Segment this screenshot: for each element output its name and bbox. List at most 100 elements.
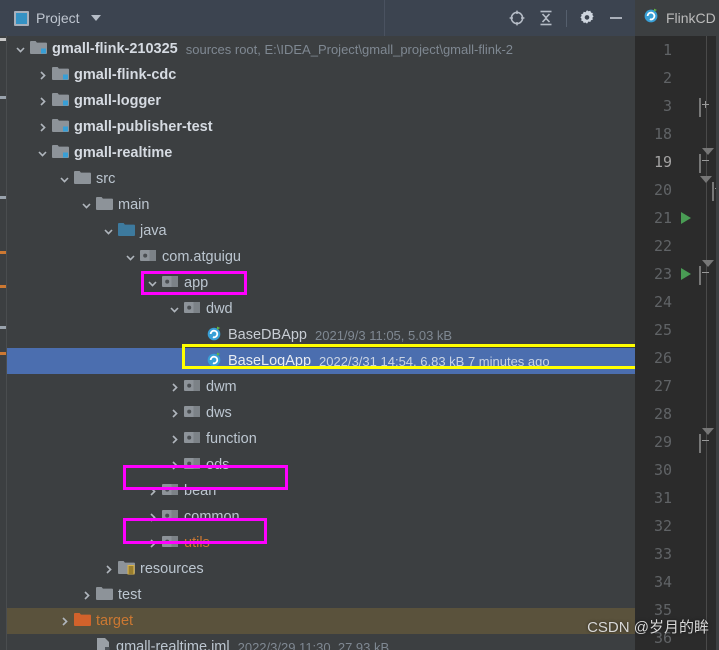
gutter-row: 34 — [635, 568, 719, 596]
package-icon — [184, 404, 201, 423]
tree-row-label: function — [206, 431, 257, 447]
tree-row-label: target — [96, 613, 134, 629]
chevron-right-icon[interactable] — [146, 537, 159, 550]
line-number: 19 — [653, 153, 672, 171]
fold-collapse-icon[interactable] — [699, 260, 714, 285]
editor-gutter-area: 1 2 3 18 19 20 21 22 23 24 25 26 27 28 29 30 31 32 33 34 35 3… — [635, 36, 719, 650]
module-folder-icon — [52, 144, 69, 163]
run-gutter-icon[interactable] — [681, 268, 691, 280]
chevron-right-icon[interactable] — [168, 381, 181, 394]
tab-flinkcdc-label[interactable]: FlinkCD — [666, 10, 716, 26]
tree-row-gmall-logger[interactable]: gmall-logger — [0, 88, 635, 114]
fold-collapse-icon[interactable] — [699, 428, 714, 453]
gear-icon[interactable] — [578, 9, 596, 27]
line-number: 32 — [653, 517, 672, 535]
tree-row-label: ods — [206, 457, 230, 473]
tree-row-dws[interactable]: dws — [0, 400, 635, 426]
chevron-down-icon[interactable] — [58, 173, 71, 186]
tree-row-app[interactable]: app — [0, 270, 635, 296]
minimize-icon[interactable] — [607, 9, 625, 27]
tree-row-function[interactable]: function — [0, 426, 635, 452]
line-number: 33 — [653, 545, 672, 563]
package-icon — [140, 248, 157, 267]
tree-row-gmall-realtime-iml[interactable]: gmall-realtime.iml 2022/3/29 11:30, 27.93… — [0, 634, 635, 650]
tree-row-gmall-flink-210325[interactable]: gmall-flink-210325 sources root, E:\IDEA_… — [0, 36, 635, 62]
gutter-row: 1 — [635, 36, 719, 64]
chevron-down-icon[interactable] — [146, 277, 159, 290]
package-icon — [162, 534, 179, 553]
chevron-right-icon[interactable] — [80, 589, 93, 602]
chevron-down-icon[interactable] — [14, 43, 27, 56]
gutter-row: 27 — [635, 372, 719, 400]
project-tree[interactable]: gmall-flink-210325 sources root, E:\IDEA_… — [0, 36, 635, 650]
tree-row-label: BaseLogApp — [228, 353, 312, 369]
tree-row-gmall-flink-cdc[interactable]: gmall-flink-cdc — [0, 62, 635, 88]
tree-row-meta: sources root, E:\IDEA_Project\gmall_proj… — [185, 41, 514, 57]
chevron-down-icon[interactable] — [102, 225, 115, 238]
line-number: 18 — [653, 125, 672, 143]
tree-row-label: dwm — [206, 379, 237, 395]
chevron-right-icon[interactable] — [36, 95, 49, 108]
chevron-right-icon[interactable] — [102, 563, 115, 576]
run-gutter-icon[interactable] — [681, 212, 691, 224]
java-class-icon — [206, 351, 223, 371]
line-number: 24 — [653, 293, 672, 311]
line-number-gutter[interactable]: 1 2 3 18 19 20 21 22 23 24 25 26 27 28 29 30 31 32 33 34 35 3… — [635, 36, 719, 650]
chevron-down-icon[interactable] — [168, 303, 181, 316]
tree-row-resources[interactable]: resources — [0, 556, 635, 582]
gutter-row: 19 — [635, 148, 719, 176]
fold-collapse-icon[interactable] — [699, 176, 714, 201]
tree-row-dwd[interactable]: dwd — [0, 296, 635, 322]
tree-row-ods[interactable]: ods — [0, 452, 635, 478]
line-number: 23 — [653, 265, 672, 283]
chevron-down-icon[interactable] — [124, 251, 137, 264]
tree-row-dwm[interactable]: dwm — [0, 374, 635, 400]
tree-row-label: gmall-publisher-test — [74, 119, 213, 135]
tree-row-label: utils — [184, 535, 210, 551]
tree-row-label: gmall-realtime — [74, 145, 173, 161]
tree-row-label: gmall-realtime.iml — [116, 639, 230, 650]
project-view-selector[interactable]: Project — [0, 0, 385, 36]
tree-row-label: gmall-logger — [74, 93, 162, 109]
source-folder-icon — [118, 222, 135, 241]
chevron-right-icon[interactable] — [146, 511, 159, 524]
line-number: 26 — [653, 349, 672, 367]
tree-row-label: src — [96, 171, 116, 187]
tree-row-test[interactable]: test — [0, 582, 635, 608]
chevron-right-icon[interactable] — [58, 615, 71, 628]
tree-row-target[interactable]: target — [0, 608, 635, 634]
gutter-row: 22 — [635, 232, 719, 260]
chevron-right-icon[interactable] — [36, 121, 49, 134]
chevron-down-icon[interactable] — [90, 15, 101, 21]
tree-row-gmall-realtime[interactable]: gmall-realtime — [0, 140, 635, 166]
chevron-right-icon[interactable] — [36, 69, 49, 82]
project-tree-panel[interactable]: gmall-flink-210325 sources root, E:\IDEA_… — [0, 36, 635, 650]
gutter-row: 32 — [635, 512, 719, 540]
chevron-down-icon[interactable] — [80, 199, 93, 212]
tree-row-bean[interactable]: bean — [0, 478, 635, 504]
tree-row-common[interactable]: common — [0, 504, 635, 530]
tree-row-java[interactable]: java — [0, 218, 635, 244]
fold-expand-icon[interactable] — [699, 98, 701, 117]
folder-icon — [74, 170, 91, 189]
tree-row-gmall-publisher-test[interactable]: gmall-publisher-test — [0, 114, 635, 140]
gutter-row: 21 — [635, 204, 719, 232]
tree-row-baselogapp[interactable]: BaseLogApp 2022/3/31 14:54, 6.83 kB 7 min… — [0, 348, 635, 374]
collapse-all-icon[interactable] — [537, 9, 555, 27]
gutter-row: 2 — [635, 64, 719, 92]
tree-row-label: BaseDBApp — [228, 327, 307, 343]
tree-row-src[interactable]: src — [0, 166, 635, 192]
fold-collapse-icon[interactable] — [699, 148, 714, 173]
tree-row-main[interactable]: main — [0, 192, 635, 218]
tree-row-com-atguigu[interactable]: com.atguigu — [0, 244, 635, 270]
chevron-right-icon[interactable] — [168, 407, 181, 420]
tree-row-label: app — [184, 275, 209, 291]
locate-icon[interactable] — [508, 9, 526, 27]
chevron-down-icon[interactable] — [36, 147, 49, 160]
chevron-right-icon[interactable] — [168, 433, 181, 446]
line-number: 22 — [653, 237, 672, 255]
chevron-right-icon[interactable] — [146, 485, 159, 498]
tree-row-basedbapp[interactable]: BaseDBApp 2021/9/3 11:05, 5.03 kB — [0, 322, 635, 348]
chevron-right-icon[interactable] — [168, 459, 181, 472]
tree-row-utils[interactable]: utils — [0, 530, 635, 556]
